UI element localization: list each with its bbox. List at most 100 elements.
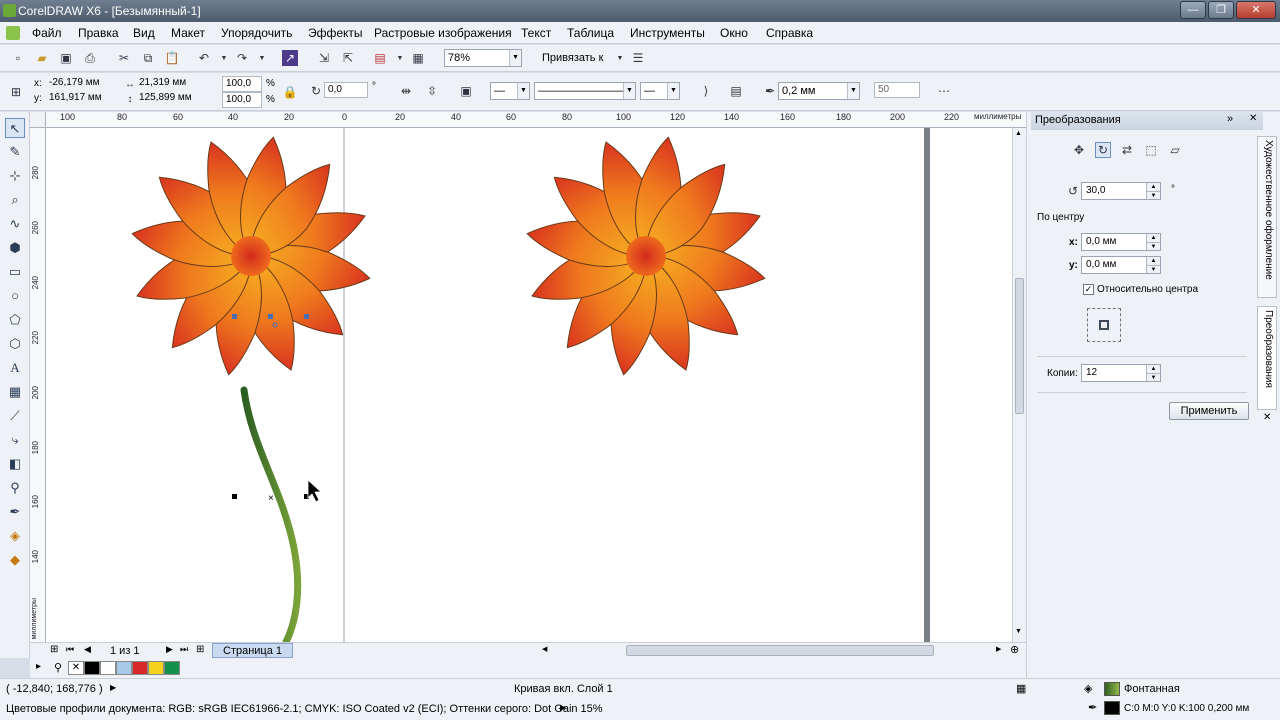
rotation-field[interactable]: 0,0 — [324, 82, 368, 98]
mirror-vertical-icon[interactable]: ⇳ — [424, 83, 440, 99]
docker-tab-close-icon[interactable]: ✕ — [1263, 412, 1271, 423]
page-tab[interactable]: Страница 1 — [212, 643, 294, 658]
search-content-icon[interactable]: ↗ — [282, 50, 298, 66]
color-swatch-white[interactable] — [100, 661, 116, 675]
docker-collapse-icon[interactable]: » — [1227, 113, 1233, 125]
size-icon[interactable]: ⬚ — [1143, 142, 1159, 158]
options-icon[interactable]: ☰ — [630, 50, 646, 66]
fill-tool-icon[interactable]: ◈ — [5, 526, 25, 546]
text-tool-icon[interactable]: A — [5, 358, 25, 378]
next-page-icon[interactable]: ▶ — [166, 644, 173, 655]
interactive-effects-tool-icon[interactable]: ◧ — [5, 454, 25, 474]
lock-ratio-icon[interactable]: 🔒 — [282, 84, 298, 100]
snap-to-label[interactable]: Привязать к — [542, 52, 603, 64]
menu-help[interactable]: Справка — [766, 26, 813, 40]
open-folder-icon[interactable]: ▰ — [34, 50, 50, 66]
chevron-down-icon[interactable]: ▼ — [667, 83, 679, 99]
menu-tools[interactable]: Инструменты — [630, 26, 705, 40]
apply-button[interactable]: Применить — [1169, 402, 1249, 420]
publish-pdf-icon[interactable]: ▤ — [372, 50, 388, 66]
x-position-field[interactable]: -26,179 мм — [46, 76, 108, 92]
flower-left[interactable] — [130, 135, 372, 377]
welcome-screen-icon[interactable]: ▦ — [410, 50, 426, 66]
tab-transformations[interactable]: Преобразования — [1257, 306, 1277, 410]
no-color-swatch[interactable]: ✕ — [68, 661, 84, 675]
spin-up-icon[interactable]: ▲ — [1146, 365, 1160, 373]
menu-layout[interactable]: Макет — [171, 26, 205, 40]
pick-tool-icon[interactable]: ↖ — [5, 118, 25, 138]
color-swatch-red[interactable] — [132, 661, 148, 675]
new-document-icon[interactable]: ▫ — [10, 50, 26, 66]
copies-field[interactable]: 12 ▲ ▼ — [1081, 364, 1161, 382]
scroll-left-icon[interactable]: ◀ — [542, 645, 547, 653]
chevron-down-icon[interactable]: ▼ — [847, 83, 859, 99]
application-launcher-icon[interactable]: ▼ — [392, 50, 408, 66]
minimize-button[interactable]: — — [1180, 1, 1206, 19]
start-arrowhead-combo[interactable]: — ▼ — [490, 82, 530, 100]
status-options-icon[interactable]: ▦ — [1016, 682, 1026, 695]
color-swatch-black[interactable] — [84, 661, 100, 675]
center-y-field[interactable]: 0,0 мм ▲ ▼ — [1081, 256, 1161, 274]
line-style-combo[interactable]: ———————— ▼ — [534, 82, 636, 100]
crop-tool-icon[interactable]: ⊹ — [5, 166, 25, 186]
horizontal-scroll-thumb[interactable] — [626, 645, 934, 656]
import-icon[interactable]: ⇲ — [316, 50, 332, 66]
color-swatch-yellow[interactable] — [148, 661, 164, 675]
last-page-icon[interactable]: ⏭ — [180, 644, 188, 655]
menu-table[interactable]: Таблица — [567, 26, 614, 40]
add-page-icon[interactable]: ⊞ — [50, 644, 58, 655]
first-page-icon[interactable]: ⏮ — [66, 644, 74, 655]
profiles-arrow-icon[interactable]: ▶ — [560, 703, 566, 712]
basic-shapes-tool-icon[interactable]: ⬡ — [5, 334, 25, 354]
ellipse-tool-icon[interactable]: ○ — [5, 286, 25, 306]
cut-icon[interactable]: ✂ — [116, 50, 132, 66]
mirror-horizontal-icon[interactable]: ⇹ — [398, 83, 414, 99]
vertical-ruler[interactable]: 280 260 240 220 200 180 160 140 миллимет… — [30, 128, 46, 642]
scale-mirror-icon[interactable]: ⇄ — [1119, 142, 1135, 158]
snap-dropdown-icon[interactable]: ▼ — [612, 50, 628, 66]
spin-down-icon[interactable]: ▼ — [1146, 373, 1160, 381]
vertical-scrollbar[interactable]: ▲ ▼ — [1012, 128, 1026, 642]
docker-close-icon[interactable]: ✕ — [1249, 113, 1257, 124]
shape-tool-icon[interactable]: ✎ — [5, 142, 25, 162]
object-origin-icon[interactable]: ⊞ — [8, 84, 24, 100]
save-icon[interactable]: ▣ — [58, 50, 74, 66]
close-curve-icon[interactable]: ⟩ — [698, 83, 714, 99]
spin-down-icon[interactable]: ▼ — [1146, 242, 1160, 250]
drawing-canvas[interactable]: × — [46, 128, 1012, 642]
end-arrowhead-combo[interactable]: — ▼ — [640, 82, 680, 100]
menu-arrange[interactable]: Упорядочить — [221, 26, 292, 40]
rotate-mode-icon[interactable]: ↻ — [1095, 142, 1111, 158]
undo-dropdown-icon[interactable]: ▼ — [216, 50, 232, 66]
tab-artistic-media[interactable]: Художественное оформление — [1257, 136, 1277, 298]
color-swatch-green[interactable] — [164, 661, 180, 675]
polygon-tool-icon[interactable]: ⬠ — [5, 310, 25, 330]
prev-page-icon[interactable]: ◀ — [84, 644, 91, 655]
text-wrap-icon[interactable]: ▤ — [728, 83, 744, 99]
chevron-down-icon[interactable]: ▼ — [623, 83, 635, 99]
redo-icon[interactable]: ↷ — [234, 50, 250, 66]
scale-y-field[interactable]: 100,0 — [222, 92, 262, 108]
position-icon[interactable]: ✥ — [1071, 142, 1087, 158]
spin-up-icon[interactable]: ▲ — [1146, 234, 1160, 242]
undo-icon[interactable]: ↶ — [196, 50, 212, 66]
fill-swatch[interactable] — [1104, 682, 1120, 696]
interactive-fill-tool-icon[interactable]: ◆ — [5, 550, 25, 570]
menu-effects[interactable]: Эффекты — [308, 26, 363, 40]
palette-menu-icon[interactable]: ▸ — [36, 661, 41, 672]
scroll-down-icon[interactable]: ▼ — [1015, 628, 1022, 635]
menu-text[interactable]: Текст — [521, 26, 551, 40]
table-tool-icon[interactable]: ▦ — [5, 382, 25, 402]
status-arrow-icon[interactable]: ▶ — [110, 683, 116, 692]
menu-bitmaps[interactable]: Растровые изображения — [374, 26, 512, 40]
convert-curves-icon[interactable]: ⋯ — [936, 83, 952, 99]
y-position-field[interactable]: 161,917 мм — [46, 91, 108, 107]
wrap-text-icon[interactable]: ▣ — [458, 83, 474, 99]
zoom-tool-icon[interactable]: ⌕ — [5, 190, 25, 210]
freehand-tool-icon[interactable]: ∿ — [5, 214, 25, 234]
close-button[interactable]: ✕ — [1236, 1, 1276, 19]
chevron-down-icon[interactable]: ▼ — [509, 50, 521, 66]
scroll-up-icon[interactable]: ▲ — [1015, 130, 1022, 137]
skew-icon[interactable]: ⏥ — [1167, 142, 1183, 158]
center-x-field[interactable]: 0,0 мм ▲ ▼ — [1081, 233, 1161, 251]
